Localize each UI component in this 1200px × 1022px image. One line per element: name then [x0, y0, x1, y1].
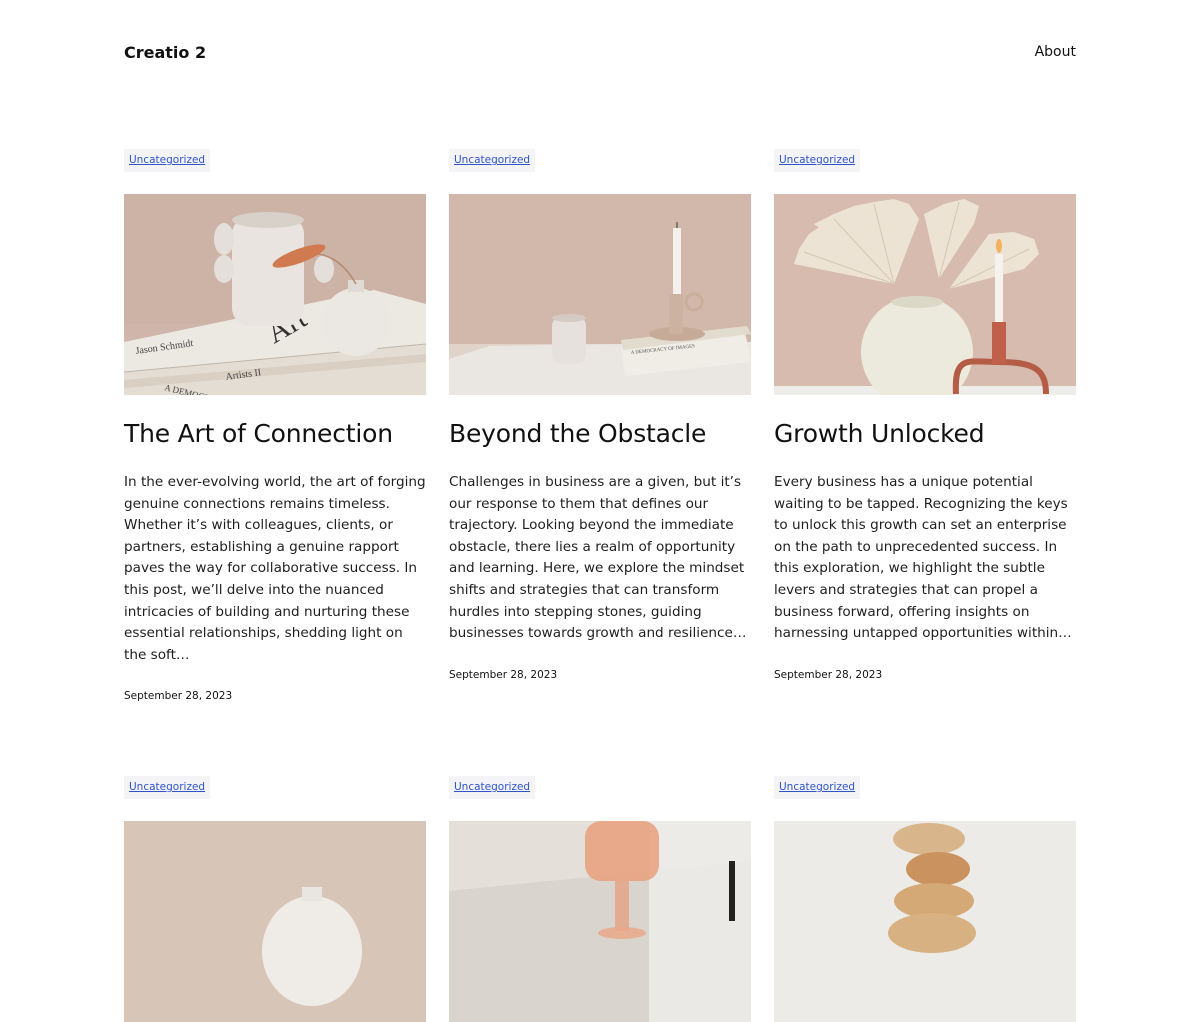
category-link[interactable]: Uncategorized — [774, 149, 861, 172]
post-date: September 28, 2023 — [449, 668, 558, 681]
site-title[interactable]: Creatio 2 — [124, 43, 206, 62]
category-link[interactable]: Uncategorized — [774, 776, 861, 800]
post-title[interactable]: Growth Unlocked — [774, 418, 1076, 450]
post-title[interactable]: The Art of Connection — [124, 418, 426, 450]
post-card: Uncategorized — [774, 149, 1076, 702]
category-link[interactable]: Uncategorized — [449, 776, 536, 800]
post-image[interactable] — [124, 821, 426, 1022]
post-excerpt: Challenges in business are a given, but … — [449, 474, 747, 642]
post-excerpt: In the ever-evolving world, the art of f… — [124, 474, 426, 663]
post-excerpt: Every business has a unique potential wa… — [774, 474, 1072, 642]
post-image[interactable] — [774, 194, 1076, 395]
post-card: Uncategorized Jason Schmidt Artists II A… — [124, 149, 426, 702]
post-image[interactable] — [449, 821, 751, 1022]
category-link[interactable]: Uncategorized — [124, 776, 211, 800]
post-grid: Uncategorized Jason Schmidt Artists II A… — [124, 149, 1076, 1022]
post-card: Uncategorized — [124, 776, 426, 1022]
post-title[interactable]: Beyond the Obstacle — [449, 418, 751, 450]
category-link[interactable]: Uncategorized — [449, 149, 536, 172]
post-image[interactable] — [774, 821, 1076, 1022]
post-date: September 28, 2023 — [124, 690, 233, 703]
post-image[interactable]: A DEMOCRACY OF IMAGES — [449, 194, 751, 395]
post-image[interactable]: Jason Schmidt Artists II A DEMOCRACY Art — [124, 194, 426, 395]
post-card: Uncategorized A DEMOCRACY OF IMAGES Beyo… — [449, 149, 751, 702]
nav-about-link[interactable]: About — [1035, 44, 1076, 60]
post-card: Uncategorized — [449, 776, 751, 1022]
post-card: Uncategorized — [774, 776, 1076, 1022]
post-date: September 28, 2023 — [774, 668, 883, 681]
category-link[interactable]: Uncategorized — [124, 149, 211, 172]
